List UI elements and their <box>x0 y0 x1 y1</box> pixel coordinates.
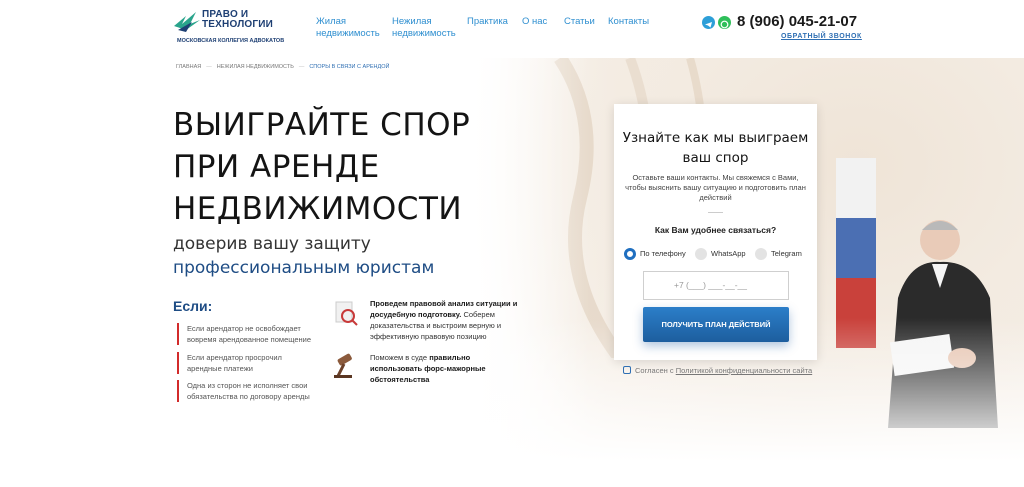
if-item: Одна из сторон не исполняет свои обязате… <box>177 380 317 402</box>
check-icon[interactable] <box>623 366 631 374</box>
form-title: Узнайте как мы выиграем ваш спор <box>622 130 809 166</box>
nav-about[interactable]: О нас <box>522 16 547 28</box>
nav-residential[interactable]: Жилая недвижимость <box>316 16 380 40</box>
gavel-icon <box>334 353 352 378</box>
page-title: ВЫИГРАЙТЕ СПОР ПРИ АРЕНДЕ НЕДВИЖИМОСТИ <box>173 107 471 227</box>
logo-name: ПРАВО И ТЕХНОЛОГИИ <box>202 9 274 30</box>
if-item: Если арендатор просрочил арендные платеж… <box>177 352 317 374</box>
nav-contacts[interactable]: Контакты <box>608 16 649 28</box>
document-icon <box>335 301 358 326</box>
telegram-icon[interactable] <box>702 16 715 29</box>
nav-commercial[interactable]: Нежилая недвижимость <box>392 16 456 40</box>
if-title: Если: <box>173 298 213 314</box>
contact-form-card: Узнайте как мы выиграем ваш спор Оставьт… <box>614 104 817 360</box>
phone-input[interactable]: +7 (___) ___-__-__ <box>643 271 789 300</box>
breadcrumb-current: СПОРЫ В СВЯЗИ С АРЕНДОЙ <box>309 64 390 70</box>
form-question: Как Вам удобнее связаться? <box>654 225 777 235</box>
breadcrumb-home[interactable]: ГЛАВНАЯ <box>176 64 201 70</box>
submit-button[interactable]: ПОЛУЧИТЬ ПЛАН ДЕЙСТВИЙ <box>643 307 789 342</box>
nav-articles[interactable]: Статьи <box>564 16 595 28</box>
feature-force-majeure: Поможем в суде правильно использовать фо… <box>370 353 486 384</box>
callback-link[interactable]: ОБРАТНЫЙ ЗВОНОК <box>781 33 862 40</box>
whatsapp-icon[interactable] <box>718 16 731 29</box>
breadcrumb-commercial[interactable]: НЕЖИЛАЯ НЕДВИЖИМОСТЬ <box>217 64 294 70</box>
phone-number[interactable]: 8 (906) 045-21-07 <box>737 13 857 30</box>
if-item: Если арендатор не освобождает вовремя ар… <box>177 323 317 345</box>
logo-tagline: МОСКОВСКАЯ КОЛЛЕГИЯ АДВОКАТОВ <box>177 38 285 44</box>
hero-subtitle-accent: профессиональным юристам <box>173 258 435 278</box>
nav-practice[interactable]: Практика <box>467 16 508 28</box>
logo[interactable]: ПРАВО И ТЕХНОЛОГИИ МОСКОВСКАЯ КОЛЛЕГИЯ А… <box>172 8 287 48</box>
hero-subtitle: доверив вашу защиту <box>173 234 371 254</box>
site-header: ПРАВО И ТЕХНОЛОГИИ МОСКОВСКАЯ КОЛЛЕГИЯ А… <box>0 0 1024 58</box>
breadcrumb: ГЛАВНАЯ — НЕЖИЛАЯ НЕДВИЖИМОСТЬ — СПОРЫ В СВЯ… <box>176 64 390 70</box>
privacy-policy-link[interactable]: Политикой конфиденциальности сайта <box>676 366 812 375</box>
hero-section: ГЛАВНАЯ — НЕЖИЛАЯ НЕДВИЖИМОСТЬ — СПОРЫ В СВЯ… <box>0 58 1024 487</box>
feature-analysis: Проведем правовой анализ ситуации и досу… <box>370 299 518 341</box>
logo-bird-icon <box>174 12 200 32</box>
form-description: Оставьте ваши контакты. Мы свяжемся с Ва… <box>625 173 806 202</box>
consent-checkbox[interactable]: Согласен с Политикой конфиденциальности … <box>623 366 812 375</box>
